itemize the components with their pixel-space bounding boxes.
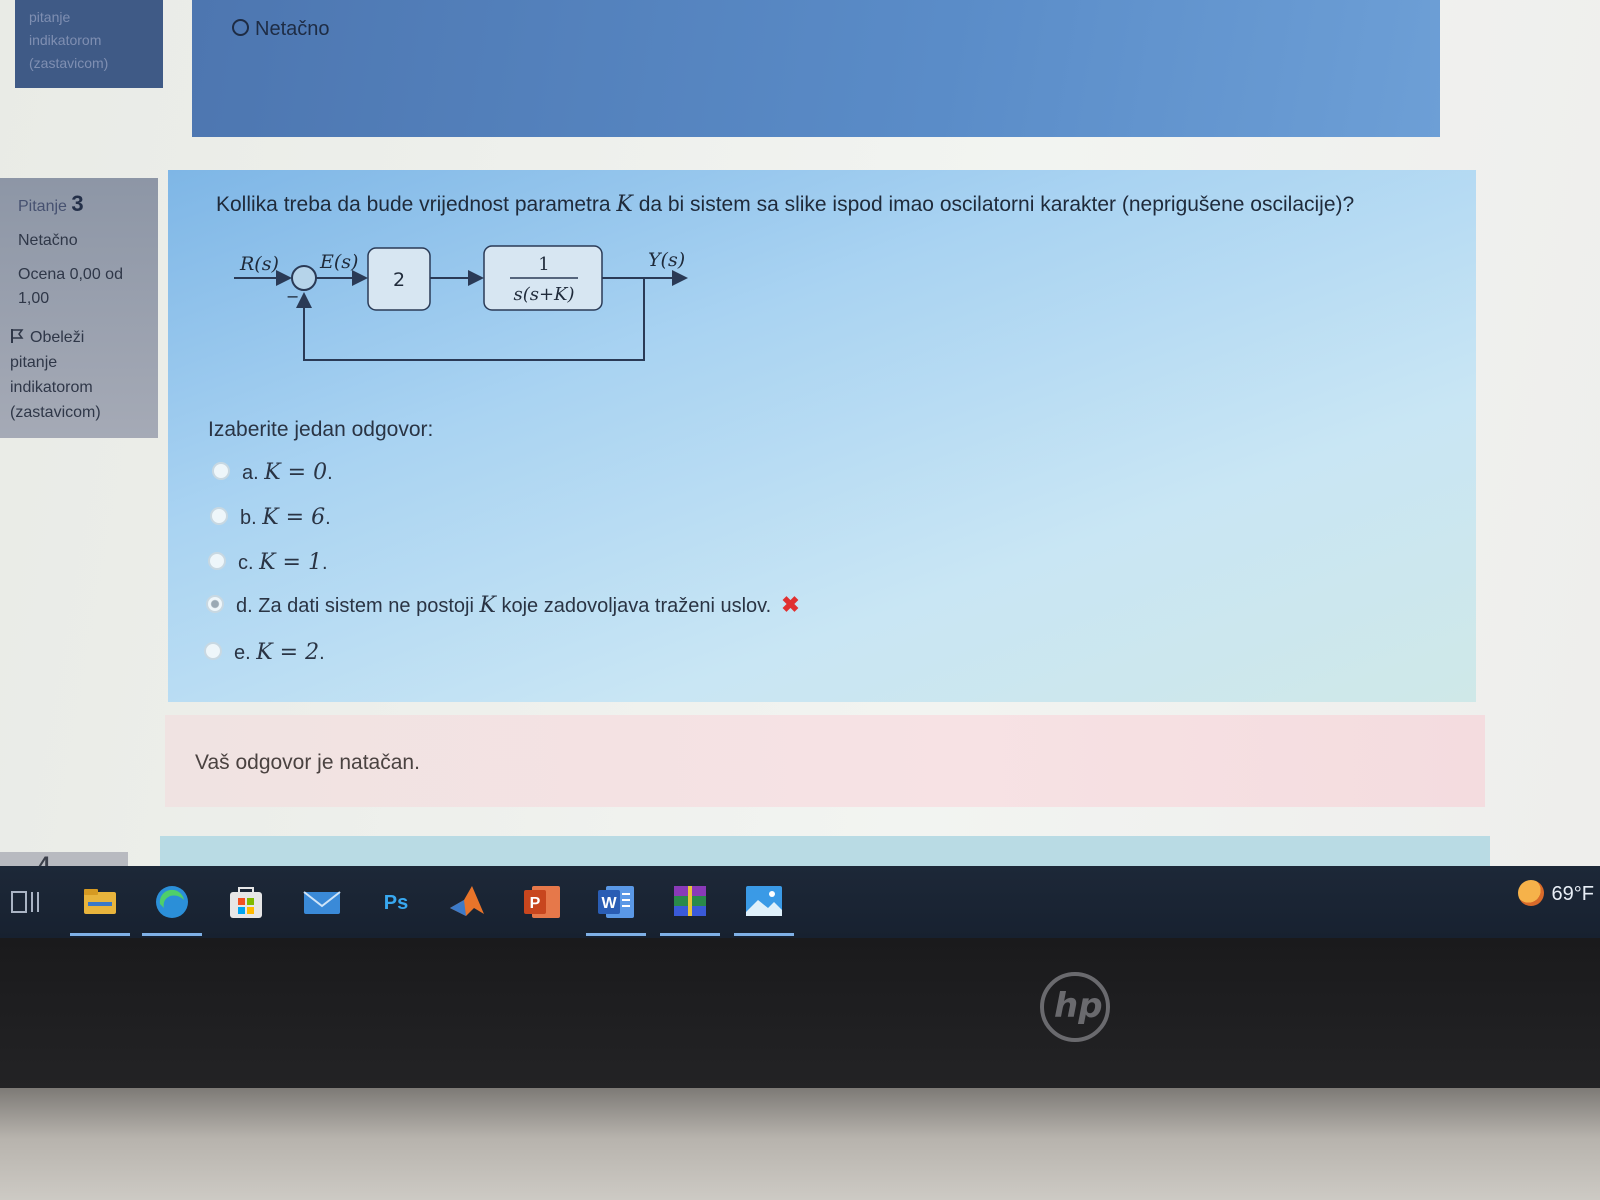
option-suffix: .	[325, 507, 331, 529]
answer-option-a[interactable]: a. K = 0.	[212, 460, 333, 485]
laptop-base	[0, 1088, 1600, 1200]
store-icon[interactable]	[222, 878, 270, 926]
grade-line: 1,00	[18, 290, 50, 307]
mail-icon[interactable]	[298, 878, 346, 926]
input-label: R(s)	[239, 253, 279, 275]
option-prefix: e.	[234, 642, 251, 664]
block-diagram: R(s) E(s) 2 1 s(s+K) Y(s) −	[234, 245, 688, 361]
previous-answer-option[interactable]: Netačno	[232, 18, 330, 41]
task-view-icon[interactable]	[6, 878, 54, 926]
photos-icon[interactable]	[734, 878, 794, 936]
flag-line[interactable]: (zastavicom)	[10, 400, 158, 425]
previous-info-line: pitanje	[29, 9, 71, 25]
weather-widget[interactable]: 69°F	[1517, 880, 1594, 906]
word-label: W	[601, 895, 617, 912]
answer-option-b[interactable]: b. K = 6.	[210, 505, 331, 530]
weather-temperature: 69°F	[1551, 883, 1594, 905]
radio-button[interactable]	[212, 462, 230, 480]
option-prefix: d. Za dati sistem ne postoji	[236, 595, 474, 617]
flag-line[interactable]: Obeleži	[30, 329, 84, 346]
question-text-part: da bi sistem sa slike ispod imao oscilat…	[638, 193, 1355, 216]
previous-info-line: (zastavicom)	[29, 55, 109, 71]
active-indicator	[734, 933, 794, 936]
hp-logo-mark: hp	[1054, 986, 1103, 1026]
question-grade: Ocena 0,00 od 1,00	[18, 263, 158, 311]
transfer-denominator: s(s+K)	[513, 284, 574, 305]
option-suffix: koje zadovoljava traženi uslov.	[501, 595, 772, 617]
file-explorer-icon[interactable]	[70, 878, 130, 936]
gain-value: 2	[393, 269, 405, 291]
winrar-icon[interactable]	[660, 878, 720, 936]
previous-question-info: pitanje indikatorom (zastavicom)	[15, 0, 163, 88]
active-indicator	[586, 933, 646, 936]
radio-button[interactable]	[204, 642, 222, 660]
option-math: K = 1	[259, 550, 322, 575]
browser-viewport: pitanje indikatorom (zastavicom) Netačno…	[0, 0, 1600, 870]
option-math: K = 2	[256, 640, 320, 665]
incorrect-icon: ✖	[781, 592, 800, 617]
word-icon[interactable]: W	[586, 878, 646, 936]
previous-info-line: indikatorom	[29, 32, 102, 48]
previous-answer-label: Netačno	[255, 18, 330, 40]
option-math: K = 6	[262, 505, 326, 530]
radio-button-selected[interactable]	[206, 595, 224, 613]
radio-button[interactable]	[210, 507, 228, 525]
powerpoint-label: P	[530, 895, 541, 912]
question-number: Pitanje 3	[18, 192, 158, 219]
option-suffix: .	[321, 552, 328, 574]
previous-question-content: Netačno	[192, 0, 1440, 137]
flag-icon[interactable]	[10, 327, 24, 343]
output-label: Y(s)	[648, 249, 685, 271]
active-indicator	[70, 933, 130, 936]
transfer-numerator: 1	[538, 254, 549, 275]
flag-line[interactable]: indikatorom	[10, 375, 158, 400]
option-math: K = 0	[264, 460, 328, 485]
laptop-bezel	[0, 938, 1600, 1088]
radio-button[interactable]	[232, 19, 249, 36]
option-suffix: .	[319, 642, 325, 664]
grade-line: Ocena 0,00 od	[18, 266, 123, 283]
error-label: E(s)	[319, 251, 358, 273]
answer-prompt: Izaberite jedan odgovor:	[208, 418, 434, 441]
question-variable: K	[616, 192, 633, 217]
powerpoint-icon[interactable]: P	[518, 878, 566, 926]
question-text-part: Kollika treba da bude vrijednost paramet…	[216, 193, 611, 216]
flag-line[interactable]: pitanje	[10, 350, 158, 375]
feedback-text: Vaš odgovor je natačan.	[195, 751, 420, 774]
edge-icon[interactable]	[142, 878, 202, 936]
question-content: Kollika treba da bude vrijednost paramet…	[168, 170, 1476, 702]
photoshop-label: Ps	[384, 892, 408, 914]
option-prefix: a.	[242, 462, 259, 484]
option-suffix: .	[327, 462, 333, 484]
flag-question-link[interactable]: Obeleži pitanje indikatorom (zastavicom)	[10, 325, 158, 425]
option-math: K	[479, 593, 496, 618]
taskbar: Ps P W 69°F	[0, 866, 1600, 938]
answer-option-e[interactable]: e. K = 2.	[204, 640, 325, 665]
option-prefix: b.	[240, 507, 257, 529]
radio-button[interactable]	[208, 552, 226, 570]
active-indicator	[142, 933, 202, 936]
feedback-panel: Vaš odgovor je natačan.	[165, 715, 1485, 807]
question-status: Netačno	[18, 232, 78, 249]
matlab-icon[interactable]	[444, 878, 492, 926]
question-label: Pitanje	[18, 198, 67, 215]
option-prefix: c.	[238, 552, 254, 574]
question-info-panel: Pitanje 3 Netačno Ocena 0,00 od 1,00 Obe…	[0, 178, 158, 438]
active-indicator	[660, 933, 720, 936]
question-text: Kollika treba da bude vrijednost paramet…	[216, 192, 1354, 217]
next-question-content	[160, 836, 1490, 870]
weather-cloud-sun-icon	[1517, 880, 1544, 906]
question-number-value: 3	[71, 191, 84, 216]
answer-option-d[interactable]: d. Za dati sistem ne postoji K koje zado…	[206, 592, 800, 618]
answer-option-c[interactable]: c. K = 1.	[208, 550, 328, 575]
feedback-sign: −	[286, 287, 299, 306]
photoshop-icon[interactable]: Ps	[372, 878, 420, 926]
